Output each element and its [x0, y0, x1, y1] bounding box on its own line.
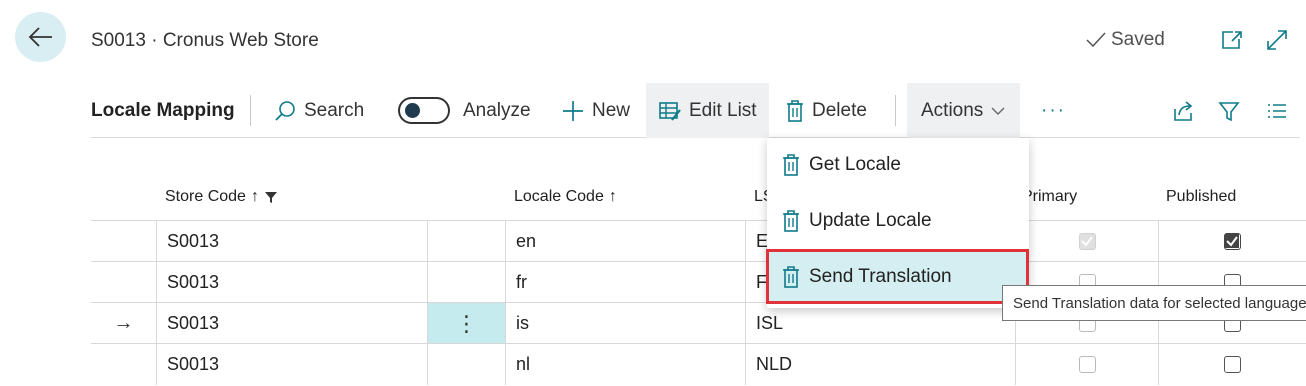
trash-icon: [783, 154, 799, 176]
saved-status: Saved: [1085, 29, 1165, 51]
ls-cell[interactable]: NLD: [745, 344, 1015, 385]
column-header-locale-code[interactable]: Locale Code ↑: [514, 188, 617, 206]
page-title: S0013 · Cronus Web Store: [91, 30, 319, 51]
share-icon: [1174, 100, 1193, 121]
menu-item-label: Get Locale: [809, 154, 901, 175]
edit-list-icon: [659, 101, 681, 121]
trash-icon: [783, 210, 799, 232]
ls-cell[interactable]: ISL: [745, 303, 1015, 344]
column-label: Locale Code: [514, 188, 604, 205]
toolbar-divider: [895, 95, 896, 126]
trash-icon: [787, 99, 803, 122]
more-vertical-icon: ⋮: [455, 310, 478, 336]
toolbar-divider: [250, 95, 251, 126]
row-marker: [91, 344, 156, 385]
search-button[interactable]: Search: [273, 83, 364, 138]
expand-icon: [1267, 30, 1287, 50]
primary-cell: [1015, 344, 1158, 385]
page-name: Locale Mapping: [91, 99, 235, 121]
published-checkbox[interactable]: [1224, 356, 1241, 373]
menu-item-update-locale[interactable]: Update Locale: [767, 194, 1029, 248]
sort-ascending-icon: ↑: [250, 188, 259, 205]
saved-label: Saved: [1111, 29, 1165, 50]
actions-dropdown: Get Locale Update Locale Send Translatio…: [767, 138, 1029, 308]
chevron-down-icon: [991, 107, 1005, 115]
table-row[interactable]: S0013 nl NLD: [91, 343, 1306, 385]
store-code-cell[interactable]: S0013: [156, 221, 427, 262]
row-marker: [91, 262, 156, 303]
store-code-cell[interactable]: S0013: [156, 303, 427, 344]
store-code-cell[interactable]: S0013: [156, 344, 427, 385]
column-header-primary[interactable]: Primary: [1022, 188, 1077, 206]
locale-code-cell[interactable]: is: [505, 303, 745, 344]
row-marker: →: [91, 303, 156, 344]
published-cell: [1158, 344, 1306, 385]
plus-icon: [563, 100, 583, 121]
actions-menu-button[interactable]: Actions: [907, 83, 1021, 138]
delete-button[interactable]: Delete: [785, 83, 867, 138]
table-row[interactable]: S0013enEN: [91, 220, 1306, 262]
search-icon: [275, 100, 295, 121]
published-cell: [1158, 221, 1306, 262]
tooltip: Send Translation data for selected langu…: [1002, 285, 1306, 321]
row-marker: [91, 221, 156, 262]
trash-icon: [783, 266, 799, 288]
menu-item-label: Update Locale: [809, 210, 932, 231]
filter-button[interactable]: [1218, 83, 1240, 138]
row-actions-cell[interactable]: ⋮: [427, 303, 505, 344]
column-header-published[interactable]: Published: [1166, 188, 1236, 206]
sort-ascending-icon: ↑: [608, 188, 617, 205]
store-code-cell[interactable]: S0013: [156, 262, 427, 303]
toggle-switch: [398, 97, 450, 124]
arrow-left-icon: [28, 27, 52, 47]
row-actions-cell[interactable]: [427, 262, 505, 303]
checkmark-icon: [1086, 32, 1106, 48]
action-bar: Locale Mapping Search Analyze New Edit L…: [91, 83, 1300, 138]
analyze-toggle[interactable]: Analyze: [398, 83, 531, 138]
list-view-button[interactable]: [1266, 83, 1288, 138]
share-button[interactable]: [1171, 83, 1195, 138]
primary-checkbox: [1078, 233, 1096, 250]
analyze-label: Analyze: [463, 99, 531, 121]
column-header-store-code[interactable]: Store Code ↑: [165, 188, 278, 206]
filter-icon: [264, 192, 277, 203]
expand-button[interactable]: [1263, 26, 1291, 54]
locale-code-cell[interactable]: fr: [505, 262, 745, 303]
list-icon: [1268, 103, 1286, 118]
open-new-window-icon: [1222, 31, 1242, 49]
locale-code-cell[interactable]: en: [505, 221, 745, 262]
locale-code-cell[interactable]: nl: [505, 344, 745, 385]
current-row-arrow-icon: →: [113, 312, 134, 334]
search-label: Search: [304, 99, 365, 121]
delete-label: Delete: [812, 99, 867, 121]
primary-cell: [1015, 221, 1158, 262]
new-button[interactable]: New: [561, 83, 630, 138]
menu-item-label: Send Translation: [809, 266, 952, 287]
edit-list-button[interactable]: Edit List: [646, 83, 769, 138]
more-options-button[interactable]: ···: [1041, 83, 1066, 138]
new-label: New: [592, 99, 631, 121]
row-actions-cell[interactable]: [427, 344, 505, 385]
published-checkbox[interactable]: [1224, 233, 1241, 250]
back-button[interactable]: [15, 12, 66, 62]
menu-item-send-translation[interactable]: Send Translation: [767, 250, 1029, 304]
column-label: Store Code: [165, 188, 246, 205]
actions-label: Actions: [921, 99, 984, 121]
open-new-window-button[interactable]: [1218, 26, 1246, 54]
edit-list-label: Edit List: [689, 99, 757, 121]
primary-checkbox: [1078, 356, 1096, 373]
filter-icon: [1218, 101, 1240, 121]
menu-item-get-locale[interactable]: Get Locale: [767, 138, 1029, 192]
row-actions-cell[interactable]: [427, 221, 505, 262]
